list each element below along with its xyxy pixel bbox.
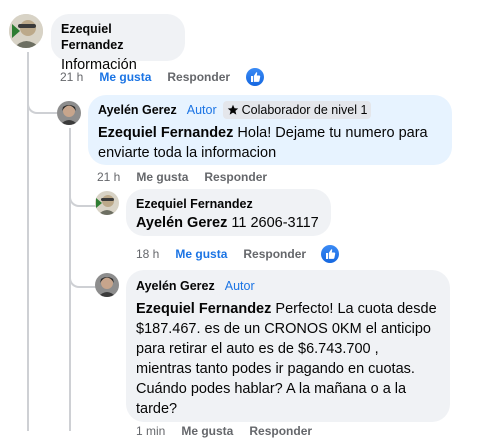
comment-author[interactable]: Ezequiel Fernandez — [61, 21, 175, 53]
reply-button[interactable]: Responder — [167, 70, 230, 84]
reply-button[interactable]: Responder — [204, 170, 267, 184]
thread-elbow — [69, 260, 97, 288]
profile-photo-icon — [57, 101, 81, 125]
comment-timestamp[interactable]: 1 min — [136, 424, 165, 438]
comment-text-line: $187.467. es de un CRONOS 0KM el anticip… — [136, 321, 431, 337]
comment-actions: 21 h Me gusta Responder — [60, 70, 246, 84]
like-button[interactable]: Me gusta — [181, 424, 233, 438]
comment-text: Ayelén Gerez 11 2606-3117 — [136, 213, 321, 233]
comment-author[interactable]: Ayelén Gerez — [136, 278, 215, 294]
profile-photo-icon — [9, 14, 43, 48]
comment-text-line: Hola! Dejame tu numero para — [237, 125, 428, 141]
mention-link[interactable]: Ayelén Gerez — [136, 215, 227, 231]
comment-author[interactable]: Ayelén Gerez — [98, 102, 177, 118]
like-reaction-icon[interactable] — [246, 68, 264, 86]
comment-text-line: Perfecto! La cuota desde — [275, 301, 437, 317]
author-badge: Autor — [186, 103, 217, 117]
comment-text-line: para retirar el auto es de $6.743.700 , — [136, 341, 379, 357]
comment-timestamp[interactable]: 21 h — [97, 170, 120, 184]
like-reaction-icon[interactable] — [321, 245, 339, 263]
comment-actions: 18 h Me gusta Responder — [136, 247, 322, 261]
contributor-level-text: Colaborador de nivel 1 — [241, 103, 368, 117]
mention-link[interactable]: Ezequiel Fernandez — [98, 125, 233, 141]
comment-bubble: Ezequiel Fernandez Información — [51, 14, 185, 73]
mention-link[interactable]: Ezequiel Fernandez — [136, 301, 271, 317]
reply-button[interactable]: Responder — [249, 424, 312, 438]
comment-author[interactable]: Ezequiel Fernandez — [136, 196, 321, 212]
comment-timestamp[interactable]: 18 h — [136, 247, 159, 261]
comment-text-line: enviarte toda la informacion — [98, 145, 277, 161]
comment-bubble: Ayelén Gerez Autor Ezequiel Fernandez Pe… — [126, 270, 450, 422]
avatar[interactable] — [95, 273, 119, 297]
comment-text-line: 11 2606-3117 — [231, 215, 319, 231]
thumbs-up-icon — [326, 249, 336, 259]
like-button[interactable]: Me gusta — [136, 170, 188, 184]
comment-actions: 21 h Me gusta Responder — [97, 170, 283, 184]
comment-timestamp[interactable]: 21 h — [60, 70, 83, 84]
like-button[interactable]: Me gusta — [99, 70, 151, 84]
avatar[interactable] — [9, 14, 43, 48]
comment-text: Ezequiel Fernandez Perfecto! La cuota de… — [136, 299, 440, 419]
reply-button[interactable]: Responder — [243, 247, 306, 261]
like-button[interactable]: Me gusta — [175, 247, 227, 261]
comment-text-line: tarde? — [136, 401, 178, 417]
contributor-level-badge[interactable]: Colaborador de nivel 1 — [222, 101, 372, 119]
comment-actions: 1 min Me gusta Responder — [136, 424, 328, 438]
comment-bubble: Ayelén Gerez Autor Colaborador de nivel … — [88, 95, 452, 165]
avatar[interactable] — [57, 101, 81, 125]
thumbs-up-icon — [251, 72, 261, 82]
profile-photo-icon — [95, 191, 119, 215]
thread-elbow — [27, 90, 57, 114]
comment-text-line: Cuándo podes hablar? A la mañana o a la — [136, 381, 407, 397]
comment-text-line: mientras tanto podes ir pagando en cuota… — [136, 361, 415, 377]
comment-text: Ezequiel Fernandez Hola! Dejame tu numer… — [98, 123, 442, 163]
avatar[interactable] — [95, 191, 119, 215]
star-icon — [227, 104, 238, 115]
comment-bubble: Ezequiel Fernandez Ayelén Gerez 11 2606-… — [126, 189, 331, 236]
author-badge: Autor — [224, 279, 255, 293]
thread-elbow — [69, 178, 97, 207]
profile-photo-icon — [95, 273, 119, 297]
